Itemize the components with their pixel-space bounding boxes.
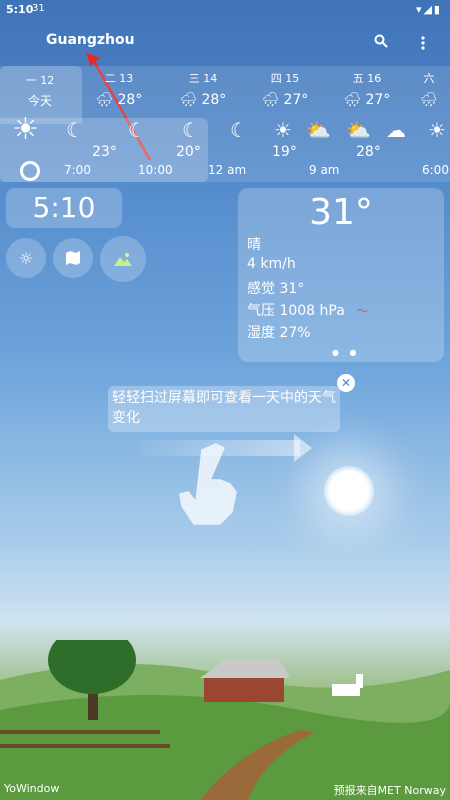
moon-icon: ☾ bbox=[66, 118, 84, 142]
pressure-trend-icon: 〜 bbox=[356, 304, 369, 318]
day-item-5[interactable]: 五 16 🌧 27° bbox=[328, 70, 406, 108]
hour-temp: 19° bbox=[272, 144, 297, 160]
rain-cloud-icon: 🌧 bbox=[261, 92, 280, 108]
hand-swipe-icon bbox=[179, 443, 237, 525]
day-temp: 27° bbox=[365, 92, 391, 108]
house-illustration bbox=[200, 660, 290, 702]
horse-illustration bbox=[332, 674, 363, 696]
sun-icon: ☀ bbox=[274, 118, 292, 142]
brand-footer[interactable]: YoWindow bbox=[4, 782, 59, 795]
status-notification-temp: 31 bbox=[32, 3, 45, 14]
rain-cloud-icon: 🌧 bbox=[95, 92, 114, 108]
day-label: 二 13 bbox=[104, 72, 134, 85]
more-vert-icon[interactable] bbox=[420, 36, 426, 54]
clock-display[interactable]: 5:10 bbox=[6, 188, 122, 228]
search-icon[interactable] bbox=[374, 34, 388, 52]
sun-position-button[interactable]: ☼ bbox=[6, 238, 46, 278]
hour-label: 12 am bbox=[208, 163, 247, 177]
day-label: 六 bbox=[423, 72, 435, 85]
day-label: 五 16 bbox=[352, 72, 382, 85]
current-humidity: 湿度 27% bbox=[247, 325, 311, 341]
landscape-scenery bbox=[0, 640, 450, 800]
map-icon bbox=[66, 251, 80, 265]
swipe-arrow-head bbox=[294, 434, 312, 462]
day-item-3[interactable]: 三 14 🌧 28° bbox=[164, 70, 242, 108]
sun-icon: ☀ bbox=[12, 112, 39, 147]
landscape-button[interactable] bbox=[100, 236, 146, 282]
day-label: 四 15 bbox=[270, 72, 300, 85]
close-icon[interactable]: ✕ bbox=[337, 374, 355, 392]
current-temp: 31° bbox=[309, 192, 373, 233]
swipe-hint: 轻轻扫过屏幕即可查看一天中的天气变化 bbox=[108, 386, 340, 432]
current-weather-card[interactable]: 31° 晴 4 km/h 感觉 31° 气压 1008 hPa 〜 湿度 27%… bbox=[238, 188, 444, 362]
page-indicator: ● ● bbox=[332, 348, 361, 357]
sun-cloud-icon: ⛅ bbox=[346, 118, 371, 142]
current-pressure: 气压 1008 hPa bbox=[247, 303, 345, 319]
day-label: 三 14 bbox=[188, 72, 218, 85]
map-button[interactable] bbox=[53, 238, 93, 278]
day-item-6[interactable]: 六 🌧 bbox=[408, 70, 450, 108]
rain-cloud-icon: 🌧 bbox=[420, 92, 438, 108]
sun-cloud-icon: ⛅ bbox=[306, 118, 331, 142]
cloud-icon: ☁ bbox=[386, 118, 406, 142]
sun-outline-icon: ☼ bbox=[18, 248, 34, 268]
status-icons: ▾◢▮ bbox=[415, 3, 442, 16]
moon-icon: ☾ bbox=[230, 118, 248, 142]
rain-cloud-icon: 🌧 bbox=[343, 92, 362, 108]
day-item-2[interactable]: 二 13 🌧 28° bbox=[80, 70, 158, 108]
moon-icon: ☾ bbox=[182, 118, 200, 142]
current-feels: 感觉 31° bbox=[247, 281, 305, 297]
day-sub-label: 今天 bbox=[27, 94, 52, 108]
landscape-icon bbox=[114, 253, 132, 266]
hour-temp: 23° bbox=[92, 144, 117, 160]
hour-temp: 20° bbox=[176, 144, 201, 160]
hour-temp: 28° bbox=[356, 144, 381, 160]
day-temp: 28° bbox=[117, 92, 143, 108]
current-wind: 4 km/h bbox=[247, 256, 296, 272]
status-time: 5:10 bbox=[6, 3, 34, 16]
day-label: 一 12 bbox=[25, 74, 55, 87]
sun-icon: ☀ bbox=[428, 118, 446, 142]
day-item-4[interactable]: 四 15 🌧 27° bbox=[246, 70, 324, 108]
moon-icon: ☾ bbox=[128, 118, 146, 142]
rain-cloud-icon: 🌧 bbox=[179, 92, 198, 108]
day-temp: 27° bbox=[283, 92, 309, 108]
current-condition: 晴 bbox=[247, 237, 261, 253]
time-indicator-ring[interactable] bbox=[20, 161, 40, 181]
data-source-footer[interactable]: 预报来自MET Norway bbox=[334, 782, 446, 798]
hour-label: 7:00 bbox=[64, 163, 91, 177]
day-temp: 28° bbox=[201, 92, 227, 108]
city-name[interactable]: Guangzhou bbox=[46, 32, 135, 48]
day-item-today[interactable]: 一 12 今天 bbox=[0, 72, 80, 109]
sun-illustration bbox=[324, 466, 374, 516]
hour-label: 6:00 bbox=[422, 163, 449, 177]
status-bar: 5:10 31 ▾◢▮ bbox=[0, 0, 450, 22]
hour-label: 9 am bbox=[309, 163, 340, 177]
hour-label: 10:00 bbox=[138, 163, 173, 177]
